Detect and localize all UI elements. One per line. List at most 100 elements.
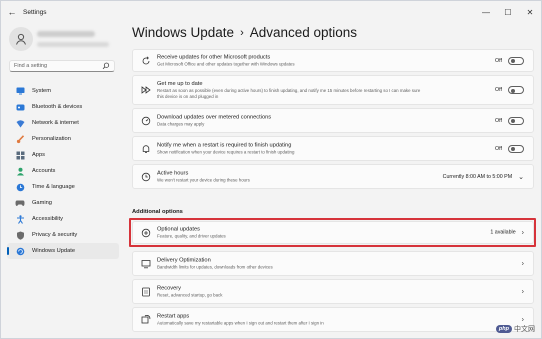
bluetooth-icon [15, 102, 25, 112]
toggle-state-label: Off [495, 145, 502, 152]
restart-apps-card[interactable]: Restart apps Automatically save my restar… [132, 307, 534, 332]
active-hours-value: Currently 8:00 AM to 5:00 PM [442, 173, 513, 180]
card-title: Active hours [157, 170, 189, 177]
metered-connections-card[interactable]: Download updates over metered connection… [132, 108, 534, 133]
nav-list: System Bluetooth & devices Network & int… [7, 83, 119, 259]
sidebar-item-label: Personalization [32, 136, 71, 142]
section-heading: Additional options [132, 209, 183, 215]
notify-toggle[interactable] [508, 144, 524, 153]
card-description: Restart as soon as possible (even during… [157, 87, 421, 93]
person-icon [15, 166, 25, 176]
card-title: Receive updates for other Microsoft prod… [157, 54, 271, 61]
card-title: Get me up to date [157, 80, 203, 87]
shield-icon [15, 230, 25, 240]
active-hours-card[interactable]: Active hours We won't restart your device… [132, 164, 534, 189]
card-description: Bandwidth limits for updates, downloads … [157, 264, 273, 270]
card-title: Recovery [157, 285, 182, 292]
person-icon [16, 33, 26, 45]
delivery-optimization-card[interactable]: Delivery Optimization Bandwidth limits fo… [132, 251, 534, 276]
window-title: Settings [23, 8, 47, 16]
get-up-to-date-toggle[interactable] [508, 86, 524, 94]
sidebar-item-personalization[interactable]: Personalization [7, 131, 119, 147]
speedometer-icon [141, 116, 151, 125]
card-description: Show notification when your device requi… [157, 149, 295, 155]
search-placeholder: Find a setting [14, 63, 48, 69]
minimize-icon[interactable]: — [475, 1, 497, 23]
sidebar-item-time-language[interactable]: Time & language [7, 179, 119, 195]
blurred-account-email [37, 42, 109, 47]
apps-icon [15, 150, 25, 160]
sidebar-item-label: System [32, 88, 51, 94]
page-heading: Advanced options [249, 25, 358, 40]
clock-icon [141, 172, 151, 181]
page-title: Windows Update › Advanced options [132, 25, 357, 40]
back-arrow-icon[interactable]: ← [1, 7, 23, 17]
recovery-icon [142, 287, 150, 296]
sidebar-item-windows-update[interactable]: Windows Update [7, 243, 119, 259]
monitor-icon [15, 86, 25, 96]
card-description-line2: this device is on and plugged in [157, 93, 219, 99]
sidebar-item-accounts[interactable]: Accounts [7, 163, 119, 179]
sidebar-item-label: Bluetooth & devices [32, 104, 83, 110]
gamepad-icon [15, 198, 25, 208]
breadcrumb-separator: › [240, 27, 244, 39]
sidebar-item-label: Accessibility [32, 216, 63, 222]
sidebar-item-accessibility[interactable]: Accessibility [7, 211, 119, 227]
watermark: php 中文网 [495, 324, 535, 334]
title-bar: ← Settings — ☐ ✕ [1, 1, 541, 23]
sidebar-item-label: Apps [32, 152, 45, 158]
accessibility-icon [15, 214, 25, 224]
toggle-state-label: Off [495, 117, 502, 124]
card-description: Data charges may apply [157, 121, 205, 127]
watermark-badge: php [495, 325, 512, 333]
sidebar-item-label: Privacy & security [32, 232, 78, 238]
metered-toggle[interactable] [508, 116, 524, 125]
profile[interactable] [1, 23, 125, 57]
sidebar-item-label: Accounts [32, 168, 56, 174]
sidebar-item-label: Network & internet [32, 120, 79, 126]
sidebar-item-apps[interactable]: Apps [7, 147, 119, 163]
bell-icon [142, 144, 150, 153]
sidebar-item-label: Gaming [32, 200, 52, 206]
blurred-account-name [37, 31, 95, 37]
avatar [9, 27, 33, 51]
recovery-card[interactable]: Recovery Reset, advanced startup, go back… [132, 279, 534, 304]
delivery-icon [141, 259, 151, 268]
highlight-box [129, 218, 536, 247]
settings-window: ← Settings — ☐ ✕ Find a setting System B… [0, 0, 542, 339]
chevron-right-icon[interactable]: › [522, 260, 524, 267]
globe-clock-icon [15, 182, 25, 192]
toggle-state-label: Off [495, 57, 502, 64]
search-input[interactable]: Find a setting [9, 60, 115, 72]
chevron-down-icon[interactable]: ⌄ [518, 173, 524, 181]
close-icon[interactable]: ✕ [519, 1, 541, 23]
card-title: Notify me when a restart is required to … [157, 142, 292, 149]
search-icon [102, 62, 110, 70]
card-title: Download updates over metered connection… [157, 114, 272, 121]
update-icon [15, 246, 25, 256]
wifi-icon [15, 118, 25, 128]
sidebar-item-system[interactable]: System [7, 83, 119, 99]
toggle-state-label: Off [495, 87, 502, 93]
chevron-right-icon[interactable]: › [522, 316, 524, 323]
chevron-right-icon[interactable]: › [522, 288, 524, 295]
refresh-icon [142, 56, 150, 64]
fast-forward-icon [141, 86, 151, 94]
card-title: Restart apps [157, 313, 190, 320]
get-me-up-to-date-card[interactable]: Get me up to date Restart as soon as poss… [132, 75, 534, 105]
breadcrumb-windows-update[interactable]: Windows Update [132, 25, 234, 40]
sidebar-item-bluetooth[interactable]: Bluetooth & devices [7, 99, 119, 115]
maximize-icon[interactable]: ☐ [497, 1, 519, 23]
card-description: Get Microsoft Office and other updates t… [157, 61, 295, 67]
receive-updates-toggle[interactable] [508, 56, 524, 65]
card-description: Reset, advanced startup, go back [157, 292, 223, 298]
card-description: Automatically save my restartable apps w… [157, 320, 324, 326]
receive-other-updates-card[interactable]: Receive updates for other Microsoft prod… [132, 49, 534, 72]
sidebar-item-label: Time & language [32, 184, 75, 190]
notify-restart-card[interactable]: Notify me when a restart is required to … [132, 136, 534, 161]
sidebar-item-network[interactable]: Network & internet [7, 115, 119, 131]
card-description: We won't restart your device during thes… [157, 177, 250, 183]
sidebar-item-gaming[interactable]: Gaming [7, 195, 119, 211]
sidebar-item-privacy[interactable]: Privacy & security [7, 227, 119, 243]
brush-icon [15, 134, 25, 144]
